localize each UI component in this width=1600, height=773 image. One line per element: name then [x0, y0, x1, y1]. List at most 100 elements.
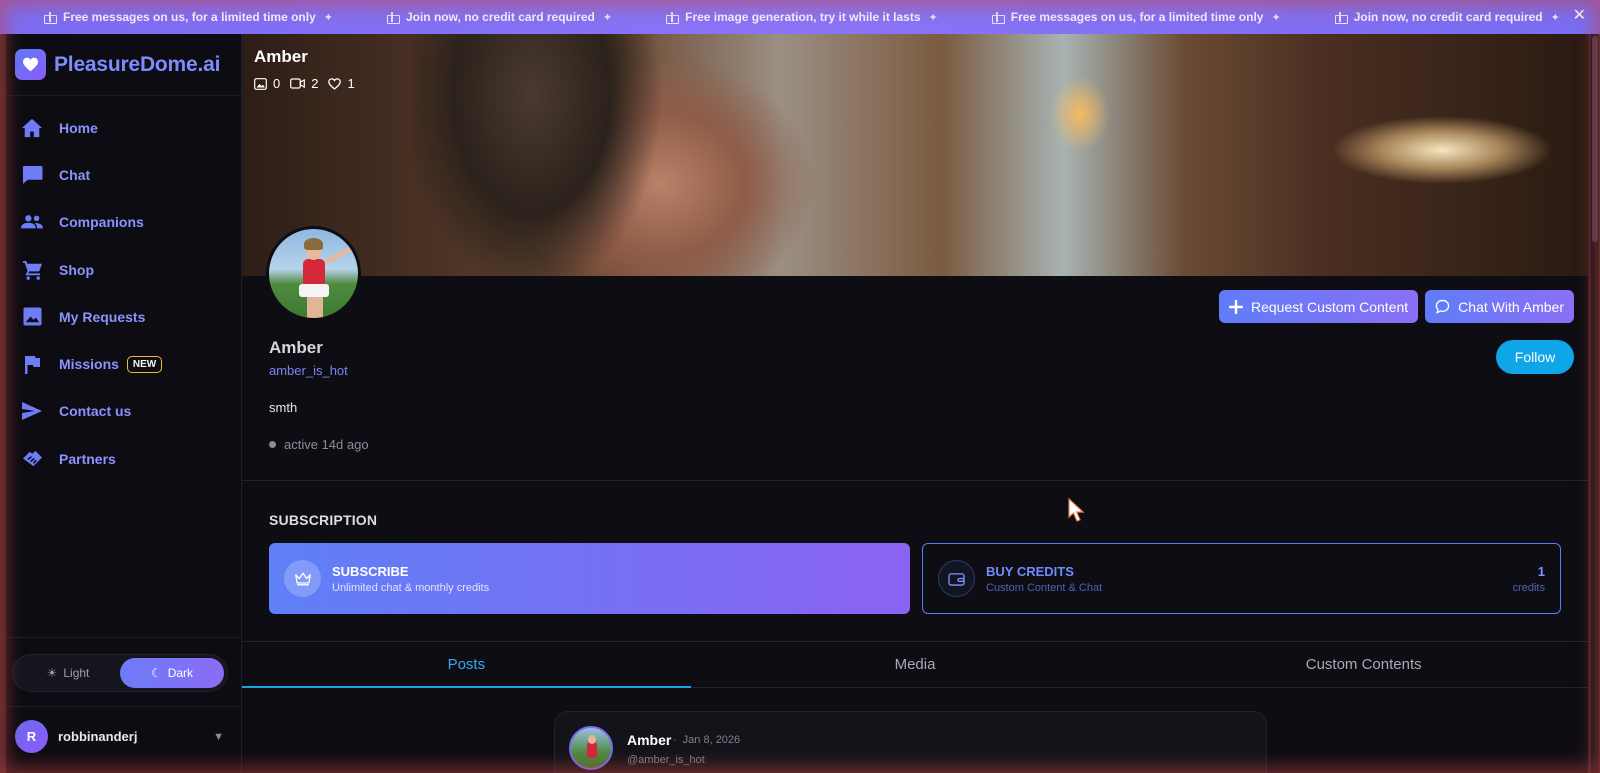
video-count: 2	[311, 76, 319, 91]
avatar-figure-body	[303, 259, 325, 287]
tab-posts[interactable]: Posts	[242, 642, 691, 688]
divider	[6, 637, 242, 638]
close-icon[interactable]: ✕	[1573, 8, 1586, 24]
sidebar-item-label: Chat	[59, 166, 91, 183]
post-avatar[interactable]	[569, 726, 613, 770]
profile-avatar[interactable]	[266, 226, 361, 321]
promo-text: Join now, no credit card required	[405, 10, 595, 24]
subscribe-text: SUBSCRIBE Unlimited chat & monthly credi…	[332, 564, 489, 594]
username: robbinanderj	[58, 729, 138, 744]
sidebar-item-chat[interactable]: Chat	[6, 151, 241, 198]
theme-dark-label: Dark	[167, 666, 194, 680]
sparkle-icon: ✦	[602, 11, 613, 24]
theme-light-button[interactable]: ☀ Light	[16, 658, 120, 688]
theme-dark-button[interactable]: ☾ Dark	[120, 658, 224, 688]
heart-logo-icon	[15, 49, 46, 80]
promo-banner-track: Free messages on us, for a limited time …	[0, 10, 1600, 24]
brand-name: PleasureDome.ai	[54, 52, 221, 76]
post-card[interactable]: Amber · Jan 8, 2026 @amber_is_hot	[554, 711, 1267, 773]
new-badge: NEW	[126, 355, 163, 373]
gift-icon	[991, 12, 1005, 24]
flag-icon	[21, 353, 43, 375]
follow-button[interactable]: Follow	[1496, 340, 1574, 374]
theme-light-label: Light	[63, 666, 90, 680]
wallet-icon	[938, 560, 975, 597]
status-dot-icon	[269, 441, 276, 448]
sidebar-item-shop[interactable]: Shop	[6, 246, 241, 293]
promo-text: Free messages on us, for a limited time …	[1010, 10, 1264, 24]
cart-icon	[21, 259, 43, 281]
buy-credits-card[interactable]: BUY CREDITS Custom Content & Chat 1 cred…	[922, 543, 1561, 614]
promo-text: Join now, no credit card required	[1353, 10, 1543, 24]
video-count-icon	[290, 78, 306, 89]
tab-media[interactable]: Media	[691, 642, 1140, 687]
people-icon	[21, 211, 43, 233]
sparkle-icon: ✦	[1271, 11, 1281, 24]
sidebar-item-label: Home	[59, 119, 98, 136]
divider	[242, 480, 1588, 481]
chat-button-label: Chat With Amber	[1458, 298, 1564, 315]
sidebar-item-my-requests[interactable]: My Requests	[6, 293, 241, 340]
home-icon	[21, 117, 43, 139]
sun-icon: ☀	[46, 666, 58, 680]
like-count: 1	[347, 76, 355, 91]
profile-name: Amber	[269, 338, 323, 357]
buy-credits-title: BUY CREDITS	[986, 563, 1074, 579]
chat-icon	[21, 164, 43, 186]
avatar-figure-legs	[307, 296, 323, 318]
buy-credits-subtitle: Custom Content & Chat	[986, 581, 1103, 594]
sidebar-item-companions[interactable]: Companions	[6, 199, 241, 246]
gift-icon	[666, 12, 680, 24]
subscribe-card[interactable]: SUBSCRIBE Unlimited chat & monthly credi…	[269, 543, 910, 614]
post-avatar-figure-head	[588, 735, 596, 744]
scrollbar-thumb[interactable]	[1592, 36, 1598, 242]
chevron-down-icon: ▼	[213, 730, 224, 743]
sparkle-icon: ✦	[928, 11, 938, 24]
activity-text: active 14d ago	[284, 437, 369, 452]
sidebar-item-missions[interactable]: Missions NEW	[6, 340, 241, 387]
separator-dot: ·	[673, 734, 677, 746]
handshake-icon	[21, 448, 43, 470]
gift-icon	[386, 12, 400, 24]
avatar-figure-hair	[304, 238, 323, 250]
sidebar-item-label: Partners	[59, 450, 116, 467]
promo-item: Join now, no credit card required ✦	[1334, 10, 1560, 24]
promo-item: Free messages on us, for a limited time …	[991, 10, 1281, 24]
mouse-cursor-icon	[1068, 497, 1088, 529]
sparkle-icon: ✦	[323, 11, 333, 24]
profile-stats: 0 2 1	[254, 76, 365, 91]
sparkle-icon: ✦	[1550, 11, 1560, 24]
post-handle: @amber_is_hot	[627, 754, 705, 766]
promo-banner: Free messages on us, for a limited time …	[0, 0, 1600, 34]
profile-actions: Request Custom Content Chat With Amber	[1212, 290, 1574, 323]
page-scrollbar[interactable]	[1591, 34, 1599, 773]
post-author[interactable]: Amber	[627, 732, 671, 748]
cover-title: Amber	[254, 47, 308, 66]
cover-figure	[412, 34, 662, 276]
activity-status: active 14d ago	[269, 437, 369, 452]
post-date-text: Jan 8, 2026	[682, 734, 741, 746]
user-menu[interactable]: R robbinanderj ▼	[6, 706, 242, 766]
profile-bio: smth	[269, 400, 298, 415]
sidebar-item-label: My Requests	[59, 308, 146, 325]
promo-item: Free image generation, try it while it l…	[666, 10, 938, 24]
profile-handle[interactable]: amber_is_hot	[269, 363, 348, 378]
plus-icon	[1228, 299, 1243, 314]
request-custom-content-button[interactable]: Request Custom Content	[1218, 290, 1419, 323]
sidebar-item-home[interactable]: Home	[6, 104, 241, 151]
profile-tabs: Posts Media Custom Contents	[242, 642, 1588, 688]
chat-with-amber-button[interactable]: Chat With Amber	[1425, 290, 1574, 323]
avatar-figure-arm	[324, 246, 352, 265]
credits-unit: credits	[1512, 582, 1545, 594]
image-count-icon	[254, 77, 267, 90]
profile-page: Amber 0 2 1 Request Custom Content Chat …	[242, 34, 1588, 773]
tab-custom-contents[interactable]: Custom Contents	[1139, 642, 1588, 687]
request-button-label: Request Custom Content	[1250, 298, 1409, 315]
heart-icon	[328, 77, 342, 90]
sidebar-item-partners[interactable]: Partners	[6, 435, 241, 482]
brand-logo[interactable]: PleasureDome.ai	[6, 34, 241, 96]
moon-icon: ☾	[150, 666, 162, 680]
sidebar-item-contact-us[interactable]: Contact us	[6, 388, 241, 435]
sidebar-item-label: Missions	[59, 356, 119, 373]
gift-icon	[44, 12, 57, 24]
